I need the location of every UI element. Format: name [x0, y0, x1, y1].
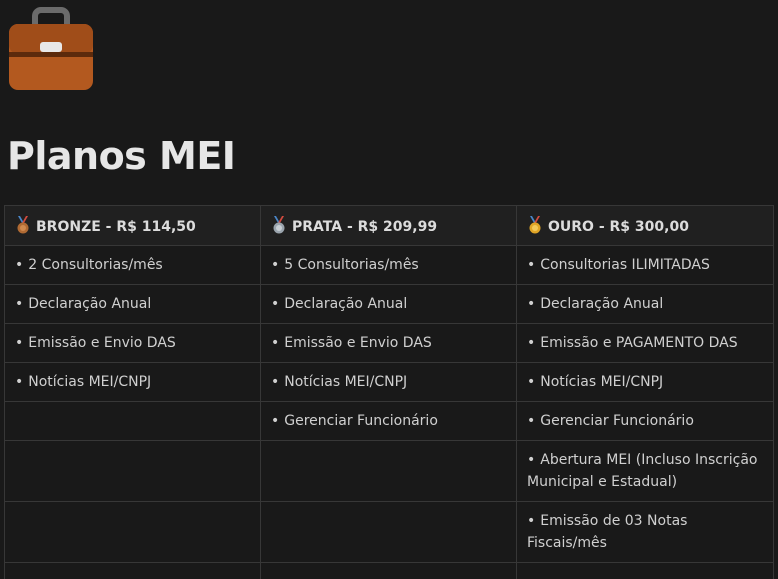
gold-medal-icon: [529, 216, 541, 234]
feature-text: Emissão e Envio DAS: [284, 335, 432, 351]
table-row: • Gerenciar Funcionário • Gerenciar Funcion…: [4, 401, 774, 441]
table-cell[interactable]: [4, 562, 261, 579]
table-cell[interactable]: • Gerenciar Funcionário: [260, 401, 517, 441]
table-cell[interactable]: [260, 501, 517, 563]
briefcase-icon[interactable]: [7, 4, 95, 92]
table-cell[interactable]: [4, 440, 261, 502]
feature-text: Consultorias ILIMITADAS: [540, 257, 710, 273]
table-cell[interactable]: • Emissão e Envio DAS: [4, 323, 261, 363]
feature-text: Declaração Anual: [28, 296, 152, 312]
page: Planos MEI BRONZE - R$ 114,50 PRATA - R$…: [0, 0, 778, 579]
feature-text: 5 Consultorias/mês: [284, 257, 419, 273]
feature-text: Emissão e Envio DAS: [28, 335, 176, 351]
table-row: • Abertura MEI (Incluso Inscrição Municip…: [4, 440, 774, 502]
bullet-glyph: •: [271, 257, 280, 273]
table-cell[interactable]: • Notícias MEI/CNPJ: [260, 362, 517, 402]
plan-header-label: BRONZE - R$ 114,50: [36, 219, 196, 235]
table-cell[interactable]: • Emissão e PAGAMENTO DAS: [516, 323, 774, 363]
feature-text: Gerenciar Funcionário: [284, 413, 438, 429]
table-cell[interactable]: • Notícias MEI/CNPJ: [4, 362, 261, 402]
bronze-medal-icon: [17, 216, 29, 234]
feature-text: Declaração Anual: [540, 296, 664, 312]
bullet-glyph: •: [15, 335, 24, 351]
bullet-glyph: •: [527, 452, 536, 468]
bullet-glyph: •: [15, 257, 24, 273]
table-cell[interactable]: • Emissão e Envio DAS: [260, 323, 517, 363]
table-cell[interactable]: • Declaração Anual: [516, 284, 774, 324]
plan-header-ouro[interactable]: OURO - R$ 300,00: [516, 205, 774, 246]
table-row: • Emissão e Envio DAS • Emissão e Envio DAS…: [4, 323, 774, 363]
table-cell[interactable]: [4, 501, 261, 563]
feature-text: 2 Consultorias/mês: [28, 257, 163, 273]
feature-text: Emissão e PAGAMENTO DAS: [540, 335, 738, 351]
table-cell[interactable]: • Notícias MEI/CNPJ: [516, 362, 774, 402]
bullet-glyph: •: [271, 296, 280, 312]
plans-table: BRONZE - R$ 114,50 PRATA - R$ 209,99 OUR…: [4, 205, 774, 579]
plan-header-label: PRATA - R$ 209,99: [292, 219, 438, 235]
bullet-glyph: •: [15, 296, 24, 312]
bullet-glyph: •: [271, 374, 280, 390]
bullet-glyph: •: [527, 374, 536, 390]
bullet-glyph: •: [527, 296, 536, 312]
bullet-glyph: •: [271, 413, 280, 429]
table-cell[interactable]: [516, 562, 774, 579]
table-cell[interactable]: • Declaração Anual: [4, 284, 261, 324]
table-cell[interactable]: • 2 Consultorias/mês: [4, 245, 261, 285]
bullet-glyph: •: [15, 374, 24, 390]
table-row: • Emissão de 03 Notas Fiscais/mês: [4, 501, 774, 563]
table-cell[interactable]: [260, 562, 517, 579]
table-cell[interactable]: • 5 Consultorias/mês: [260, 245, 517, 285]
feature-text: Notícias MEI/CNPJ: [28, 374, 152, 390]
feature-text: Abertura MEI (Incluso Inscrição Municipa…: [527, 452, 758, 490]
feature-text: Notícias MEI/CNPJ: [284, 374, 408, 390]
bullet-glyph: •: [527, 513, 536, 529]
page-title: Planos MEI: [7, 134, 236, 178]
bullet-glyph: •: [527, 413, 536, 429]
table-row: • Declaração Anual • Declaração Anual • Decla…: [4, 284, 774, 324]
table-cell[interactable]: [260, 440, 517, 502]
table-cell[interactable]: • Emissão de 03 Notas Fiscais/mês: [516, 501, 774, 563]
silver-medal-icon: [273, 216, 285, 234]
table-cell[interactable]: • Declaração Anual: [260, 284, 517, 324]
table-cell[interactable]: [4, 401, 261, 441]
table-cell[interactable]: • Consultorias ILIMITADAS: [516, 245, 774, 285]
table-cell[interactable]: • Abertura MEI (Incluso Inscrição Municip…: [516, 440, 774, 502]
table-row: [4, 562, 774, 579]
plan-header-label: OURO - R$ 300,00: [548, 219, 689, 235]
bullet-glyph: •: [527, 257, 536, 273]
table-row: • Notícias MEI/CNPJ • Notícias MEI/CNPJ • Not…: [4, 362, 774, 402]
feature-text: Notícias MEI/CNPJ: [540, 374, 664, 390]
bullet-glyph: •: [271, 335, 280, 351]
plan-header-bronze[interactable]: BRONZE - R$ 114,50: [4, 205, 261, 246]
feature-text: Emissão de 03 Notas Fiscais/mês: [527, 513, 688, 551]
plan-header-prata[interactable]: PRATA - R$ 209,99: [260, 205, 517, 246]
table-cell[interactable]: • Gerenciar Funcionário: [516, 401, 774, 441]
feature-text: Gerenciar Funcionário: [540, 413, 694, 429]
bullet-glyph: •: [527, 335, 536, 351]
table-row: • 2 Consultorias/mês • 5 Consultorias/mês • C…: [4, 245, 774, 285]
table-header-row: BRONZE - R$ 114,50 PRATA - R$ 209,99 OUR…: [4, 205, 774, 246]
feature-text: Declaração Anual: [284, 296, 408, 312]
